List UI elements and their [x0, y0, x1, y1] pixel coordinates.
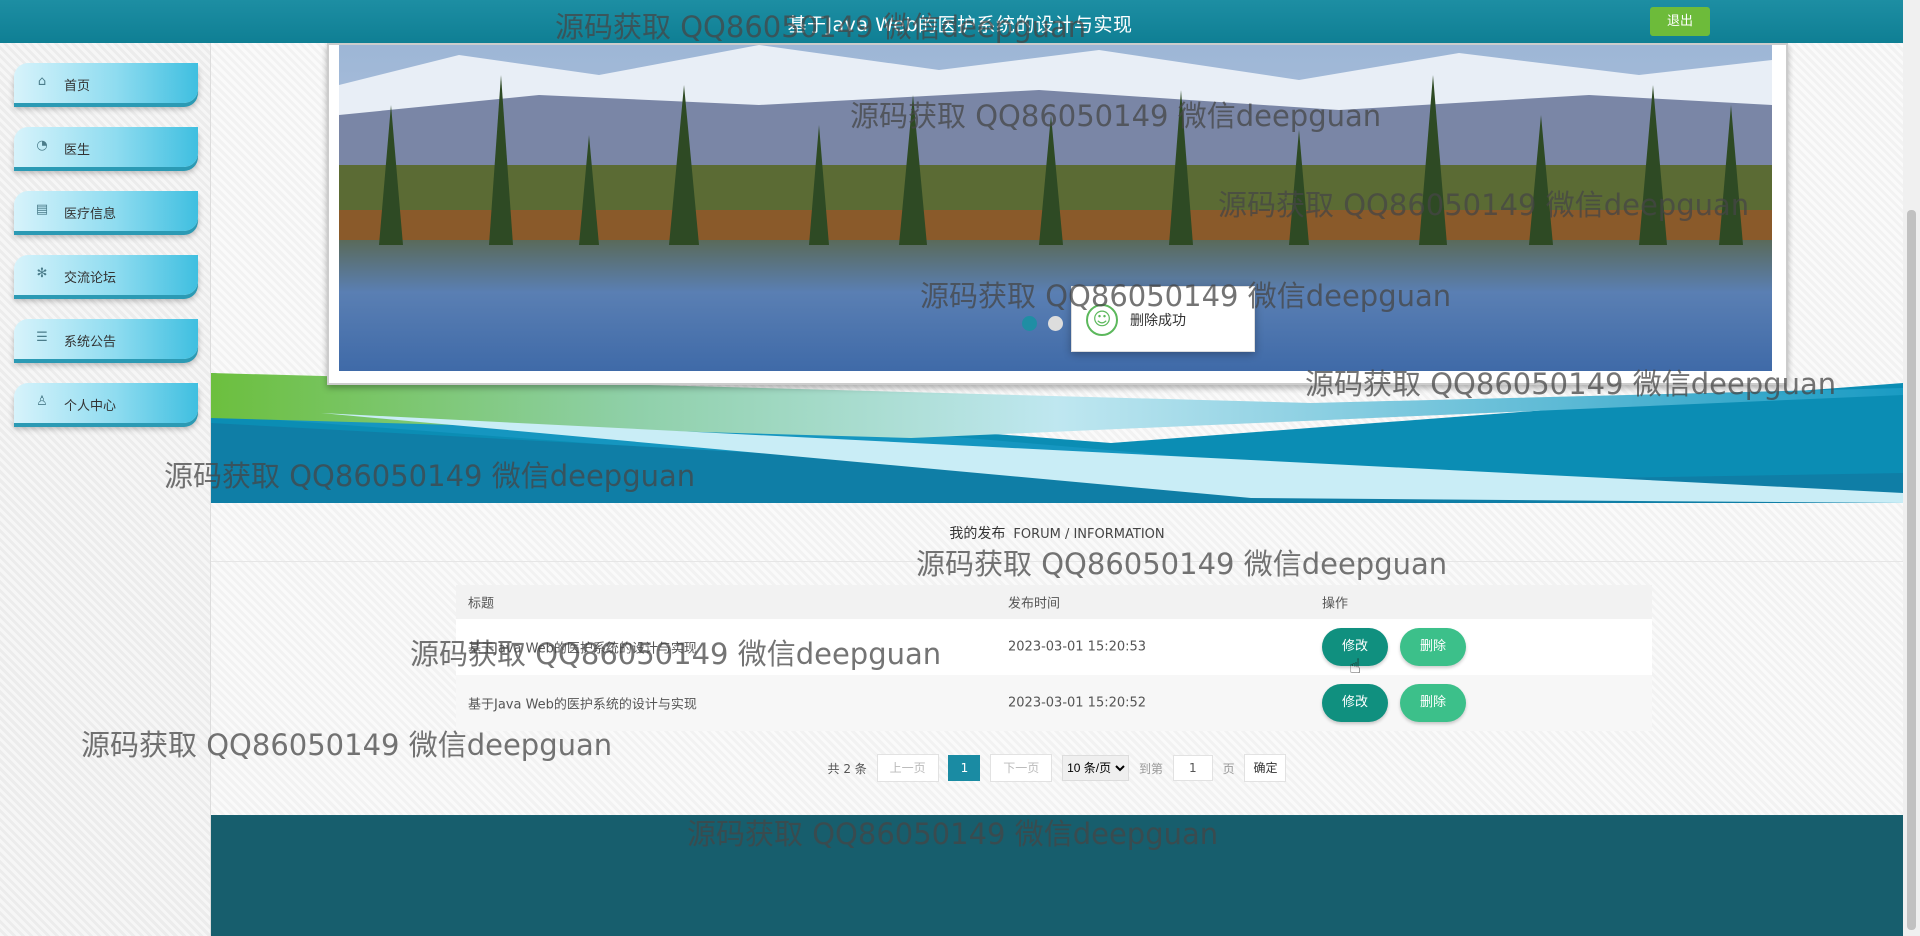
- footer: [211, 815, 1903, 936]
- prev-page-button[interactable]: 上一页: [876, 754, 939, 782]
- sidebar-item-label: 首页: [64, 79, 91, 94]
- sidebar-item-label: 系统公告: [64, 335, 117, 350]
- sidebar: ⌂ 首页 ◔ 医生 ▤ 医疗信息 ✻ 交流论坛 ☰ 系统公告 ♙ 个人中心: [0, 43, 211, 936]
- table-row: 基于Java Web的医护系统的设计与实现 2023-03-01 15:20:5…: [456, 675, 1652, 731]
- next-page-button[interactable]: 下一页: [990, 754, 1053, 782]
- delete-button[interactable]: 删除: [1400, 684, 1466, 722]
- home-icon: ⌂: [37, 74, 47, 89]
- user-icon: ♙: [36, 394, 48, 409]
- total-count: 共 2 条: [827, 761, 867, 776]
- column-header-title: 标题: [468, 596, 495, 612]
- snowflake-icon: ✻: [36, 266, 48, 281]
- printer-icon: ▤: [35, 202, 49, 217]
- post-title: 基于Java Web的医护系统的设计与实现: [468, 697, 697, 713]
- sliders-icon: ☰: [36, 330, 48, 345]
- carousel-image: [339, 45, 1772, 371]
- main-content: ☺ 删除成功 我的发布 FORUM / INFORMATION 标题 发布时间 操…: [211, 43, 1903, 936]
- column-header-time: 发布时间: [1008, 596, 1061, 612]
- sidebar-item-forum[interactable]: ✻ 交流论坛: [14, 255, 198, 295]
- sidebar-item-home[interactable]: ⌂ 首页: [14, 63, 198, 103]
- site-title: 基于Java Web的医护系统的设计与实现: [787, 14, 1133, 36]
- delete-button[interactable]: 删除: [1400, 628, 1466, 666]
- post-time: 2023-03-01 15:20:53: [1008, 639, 1147, 655]
- current-page[interactable]: 1: [948, 755, 981, 781]
- success-toast: ☺ 删除成功: [1071, 286, 1255, 352]
- mouse-cursor-icon: ☝: [1349, 654, 1362, 678]
- edit-button[interactable]: 修改: [1322, 684, 1388, 722]
- sidebar-item-label: 医生: [64, 143, 91, 158]
- carousel-dot[interactable]: [1021, 316, 1037, 331]
- sidebar-item-announcement[interactable]: ☰ 系统公告: [14, 319, 198, 359]
- sidebar-item-label: 个人中心: [64, 399, 117, 414]
- smile-icon: ☺: [1086, 304, 1118, 336]
- logout-button[interactable]: 退出: [1650, 7, 1710, 36]
- row-actions: 修改 删除: [1322, 684, 1478, 722]
- goto-label: 到第: [1138, 761, 1163, 776]
- page-unit-label: 页: [1222, 761, 1235, 776]
- goto-confirm-button[interactable]: 确定: [1244, 754, 1287, 782]
- section-heading: 我的发布 FORUM / INFORMATION: [211, 523, 1903, 543]
- carousel-dot[interactable]: [1048, 316, 1063, 331]
- sidebar-item-label: 交流论坛: [64, 271, 117, 286]
- carousel-dots: [339, 316, 1772, 335]
- toast-message: 删除成功: [1130, 313, 1186, 329]
- section-subtitle: FORUM / INFORMATION: [1013, 527, 1165, 542]
- page-size-select[interactable]: 10 条/页: [1062, 755, 1130, 781]
- posts-table: 标题 发布时间 操作 基于Java Web的医护系统的设计与实现 2023-03…: [456, 585, 1652, 731]
- post-title: 基于Java Web的医护系统的设计与实现: [468, 641, 697, 657]
- column-header-actions: 操作: [1322, 596, 1349, 612]
- row-actions: 修改 删除: [1322, 628, 1478, 666]
- top-header: 基于Java Web的医护系统的设计与实现 退出: [0, 0, 1920, 44]
- sidebar-item-personal-center[interactable]: ♙ 个人中心: [14, 383, 198, 423]
- carousel: [327, 43, 1788, 385]
- scrollbar-thumb[interactable]: [1907, 210, 1916, 930]
- section-title: 我的发布: [949, 526, 1006, 542]
- goto-page-input[interactable]: 1: [1172, 755, 1213, 781]
- sidebar-item-medical-info[interactable]: ▤ 医疗信息: [14, 191, 198, 231]
- post-time: 2023-03-01 15:20:52: [1008, 695, 1147, 711]
- page-scrollbar[interactable]: [1903, 0, 1920, 936]
- table-row: 基于Java Web的医护系统的设计与实现 2023-03-01 15:20:5…: [456, 619, 1652, 675]
- sidebar-item-label: 医疗信息: [64, 207, 117, 222]
- table-header: 标题 发布时间 操作: [456, 585, 1652, 619]
- sidebar-item-doctor[interactable]: ◔ 医生: [14, 127, 198, 167]
- pagination: 共 2 条 上一页 1 下一页 10 条/页 到第 1 页 确定: [211, 754, 1903, 782]
- dashboard-icon: ◔: [36, 138, 48, 153]
- divider: [211, 561, 1903, 562]
